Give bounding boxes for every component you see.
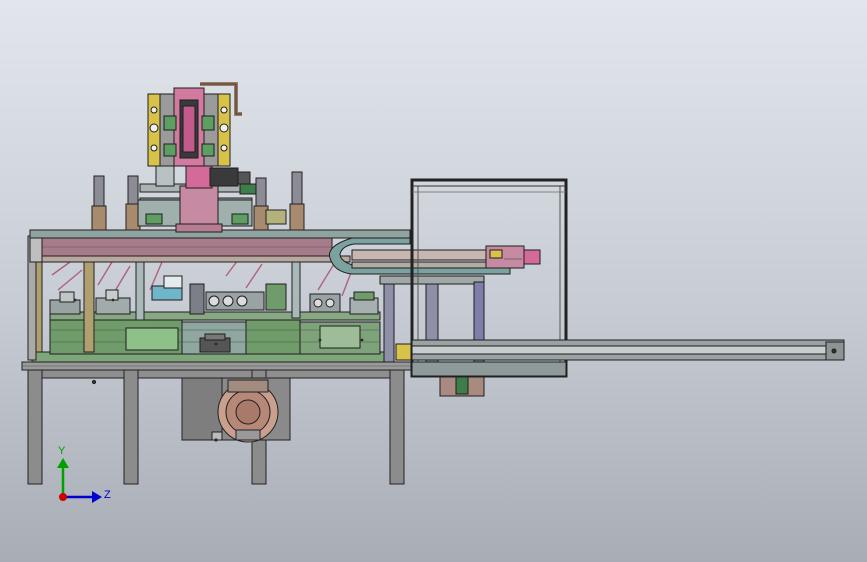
table-leg bbox=[123, 369, 139, 485]
coordinate-triad-icon: Y Z bbox=[57, 445, 111, 503]
drive-motor-unit bbox=[181, 377, 291, 443]
upper-head-assembly bbox=[137, 165, 257, 233]
axis-z-label: Z bbox=[104, 489, 111, 501]
table-leg bbox=[389, 369, 405, 485]
axis-y-label: Y bbox=[58, 445, 66, 457]
table-leg bbox=[27, 369, 43, 485]
cad-viewport[interactable]: Y Z bbox=[0, 0, 867, 562]
linear-rail bbox=[411, 339, 845, 361]
feeder-arm bbox=[328, 237, 541, 275]
top-tower bbox=[147, 82, 242, 167]
